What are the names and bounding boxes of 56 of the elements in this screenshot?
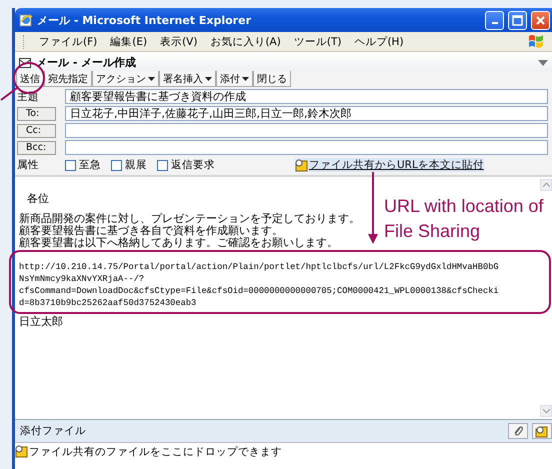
toolbar-button[interactable]: 添付 [216, 71, 253, 87]
input-field[interactable] [65, 140, 548, 155]
field-label: 属性 [17, 158, 40, 172]
close-icon [535, 14, 546, 26]
input-field[interactable] [65, 123, 548, 138]
url-text: NsYmNmcy9kaXNvYXRjaA--/? [19, 273, 144, 285]
checkbox[interactable] [111, 160, 122, 170]
url-text: cfsCommand=DownloadDoc&cfsCtype=File&cfsOid=0000000000000705;COM0000421_WPL0000138&cfsChecki [19, 285, 499, 297]
address-button[interactable]: Bcc: [17, 140, 56, 154]
checkbox[interactable] [157, 160, 168, 170]
signature-text: 日立太郎 [19, 316, 63, 328]
body-text: 顧客要望書は以下へ格納してあります。ご確認をお願いします。 [19, 237, 338, 249]
toolbar-button[interactable]: 宛先指定 [44, 71, 92, 87]
input-field[interactable]: 顧客要望報告書に基づき資料の作成 [65, 89, 548, 104]
checkbox[interactable] [65, 160, 76, 170]
minimize-icon [492, 22, 498, 24]
attachments-title: 添付ファイル [20, 424, 86, 438]
checkbox-label: 親展 [125, 158, 147, 172]
greeting-text: 各位 [27, 193, 49, 205]
url-text: d=8b3710b9bc25262aaf50d3752430eab3 [19, 297, 196, 309]
annotation-text: URL with location of File Sharing [384, 195, 544, 243]
checkbox-label: 至急 [79, 158, 101, 172]
paste-url-link[interactable]: ファイル共有からURLを本文に貼付 [295, 158, 484, 172]
toolbar-button[interactable]: 署名挿入 [159, 71, 216, 87]
body-text: 新商品開発の案件に対し、プレゼンテーションを予定しております。 [19, 213, 360, 225]
menu-item[interactable]: ヘルプ(H) [354, 34, 404, 48]
window-title: メール - Microsoft Internet Explorer [37, 12, 252, 28]
toolbar-button[interactable]: 閉じる [253, 71, 291, 87]
toolbar-button[interactable]: アクション [92, 71, 159, 87]
arrow [368, 172, 378, 244]
paperclip-icon [513, 425, 523, 437]
menu-item[interactable]: お気に入り(A) [210, 34, 281, 48]
input-field[interactable]: 日立花子,中田洋子,佐藤花子,山田三郎,日立一郎,鈴木次郎 [65, 106, 548, 121]
menu-item[interactable]: ツール(T) [294, 34, 342, 48]
maximize-icon [512, 14, 523, 26]
menu-item[interactable]: 編集(E) [110, 34, 148, 48]
checkbox-label: 返信要求 [171, 158, 215, 172]
body-text: 顧客要望報告書に基づき各自で資料を作成願います。 [19, 225, 283, 237]
minimize-button[interactable] [485, 10, 504, 30]
windows-logo-icon [528, 34, 544, 49]
url-text: http://10.210.14.75/Portal/portal/action/Plain/portlet/hptlclbcfs/url/L2FkcG9ydGxldHMvaHB0bG [19, 261, 499, 273]
address-button[interactable]: To: [17, 106, 56, 120]
leader-line [0, 87, 18, 101]
menu-item[interactable]: ファイル(F) [39, 34, 98, 48]
address-button[interactable]: Cc: [17, 124, 56, 138]
file-sharing-button[interactable] [532, 423, 552, 439]
close-button[interactable] [531, 10, 550, 30]
attach-button[interactable] [508, 423, 528, 439]
collapse-icon[interactable] [538, 60, 548, 66]
folder-icon [295, 158, 308, 172]
folder-icon [535, 424, 549, 438]
drop-hint: ファイル共有のファイルをここにドロップできます [29, 445, 282, 459]
maximize-button[interactable] [508, 10, 527, 30]
browser-icon [19, 13, 33, 27]
menu-item[interactable]: 表示(V) [160, 34, 198, 48]
toolbar-button[interactable]: 送信 [16, 71, 44, 87]
